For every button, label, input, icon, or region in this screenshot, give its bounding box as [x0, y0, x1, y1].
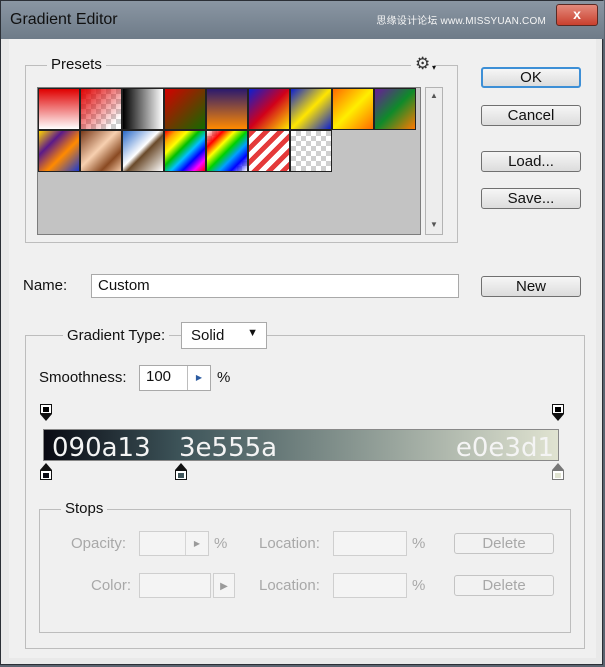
- preset-swatch-yellow-violet-orange-blue[interactable]: [38, 130, 80, 172]
- preset-swatch-transparent-stripes[interactable]: [248, 130, 290, 172]
- opacity-label: Opacity:: [71, 535, 127, 552]
- preset-swatch-copper[interactable]: [80, 130, 122, 172]
- opacity-stepper-icon: ▶: [185, 532, 208, 555]
- chevron-right-icon: ▶: [220, 581, 228, 592]
- gradient-preview-bar[interactable]: 090a13 3e555a e0e3d1: [43, 429, 559, 463]
- smoothness-value: 100: [146, 368, 172, 385]
- preset-swatch-chrome[interactable]: [122, 130, 164, 172]
- delete-color-stop-button: Delete: [454, 575, 554, 596]
- presets-label: Presets: [47, 56, 106, 73]
- preset-swatch-blue-yellow-blue[interactable]: [290, 88, 332, 130]
- gradient-type-select[interactable]: Solid ▼: [181, 322, 267, 349]
- chevron-down-icon: ▼: [247, 327, 258, 339]
- new-button[interactable]: New: [481, 276, 581, 297]
- name-field[interactable]: Custom: [91, 274, 459, 298]
- opacity-location-field: [333, 531, 407, 556]
- smoothness-percent: %: [217, 369, 231, 386]
- opacity-stop-right[interactable]: [552, 404, 564, 421]
- scroll-up-icon[interactable]: ▲: [430, 91, 438, 100]
- color-swatch-field: [139, 573, 211, 598]
- close-icon: x: [573, 6, 581, 22]
- opacity-location-percent: %: [412, 535, 426, 552]
- chevron-down-icon: ▾: [432, 63, 437, 72]
- opacity-stop-left[interactable]: [40, 404, 52, 421]
- preset-swatch-black-white[interactable]: [122, 88, 164, 130]
- color-label: Color:: [91, 577, 132, 594]
- opacity-field: ▶: [139, 531, 209, 556]
- dialog-body: Presets ⚙ ▾ ▲ ▼ OK Cancel Load... Save..…: [9, 39, 596, 658]
- preset-swatch-orange-yellow-orange[interactable]: [332, 88, 374, 130]
- preset-swatch-spectrum[interactable]: [164, 130, 206, 172]
- stops-label: Stops: [61, 500, 108, 517]
- color-location-label: Location:: [259, 577, 320, 594]
- cancel-button[interactable]: Cancel: [481, 105, 581, 126]
- opacity-percent: %: [214, 535, 228, 552]
- opacity-location-label: Location:: [259, 535, 320, 552]
- close-button[interactable]: x: [556, 4, 598, 26]
- title-bar[interactable]: Gradient Editor 思缘设计论坛 www.MISSYUAN.COM …: [1, 1, 604, 39]
- load-button[interactable]: Load...: [481, 151, 581, 172]
- watermark: 思缘设计论坛 www.MISSYUAN.COM: [376, 16, 546, 27]
- save-button[interactable]: Save...: [481, 188, 581, 209]
- color-picker-arrow: ▶: [213, 573, 235, 598]
- presets-scrollbar[interactable]: ▲ ▼: [425, 87, 443, 235]
- gear-icon[interactable]: ⚙: [411, 54, 435, 74]
- preset-swatch-fg-to-bg[interactable]: [38, 88, 80, 130]
- preset-swatch-fg-to-transparent[interactable]: [80, 88, 122, 130]
- preset-swatch-grid: [37, 87, 421, 235]
- color-location-field: [333, 573, 407, 598]
- preset-swatch-transparent[interactable]: [290, 130, 332, 172]
- window-title: Gradient Editor: [10, 11, 118, 28]
- color-location-percent: %: [412, 577, 426, 594]
- smoothness-label: Smoothness:: [39, 369, 127, 386]
- stop-label-mid: 3e555a: [179, 433, 278, 463]
- preset-swatch-red-green[interactable]: [164, 88, 206, 130]
- color-stop-start[interactable]: [40, 463, 52, 480]
- delete-opacity-stop-button: Delete: [454, 533, 554, 554]
- preset-swatch-violet-green-orange[interactable]: [374, 88, 416, 130]
- scroll-down-icon[interactable]: ▼: [430, 220, 438, 229]
- color-stop-mid[interactable]: [175, 463, 187, 480]
- gradient-editor-window: Gradient Editor 思缘设计论坛 www.MISSYUAN.COM …: [0, 0, 604, 665]
- ok-button[interactable]: OK: [481, 67, 581, 88]
- preset-swatch-violet-orange[interactable]: [206, 88, 248, 130]
- preset-swatch-blue-red-yellow[interactable]: [248, 88, 290, 130]
- gradient-type-label: Gradient Type:: [63, 327, 170, 344]
- stops-group: [39, 509, 571, 633]
- color-stop-end[interactable]: [552, 463, 564, 480]
- smoothness-stepper-icon[interactable]: ▶: [187, 366, 210, 390]
- preset-swatch-transparent-rainbow[interactable]: [206, 130, 248, 172]
- stop-label-end: e0e3d1: [455, 433, 554, 463]
- gradient-type-value: Solid: [191, 327, 225, 344]
- smoothness-field[interactable]: 100 ▶: [139, 365, 211, 391]
- name-label: Name:: [23, 277, 68, 294]
- stop-label-start: 090a13: [52, 433, 151, 463]
